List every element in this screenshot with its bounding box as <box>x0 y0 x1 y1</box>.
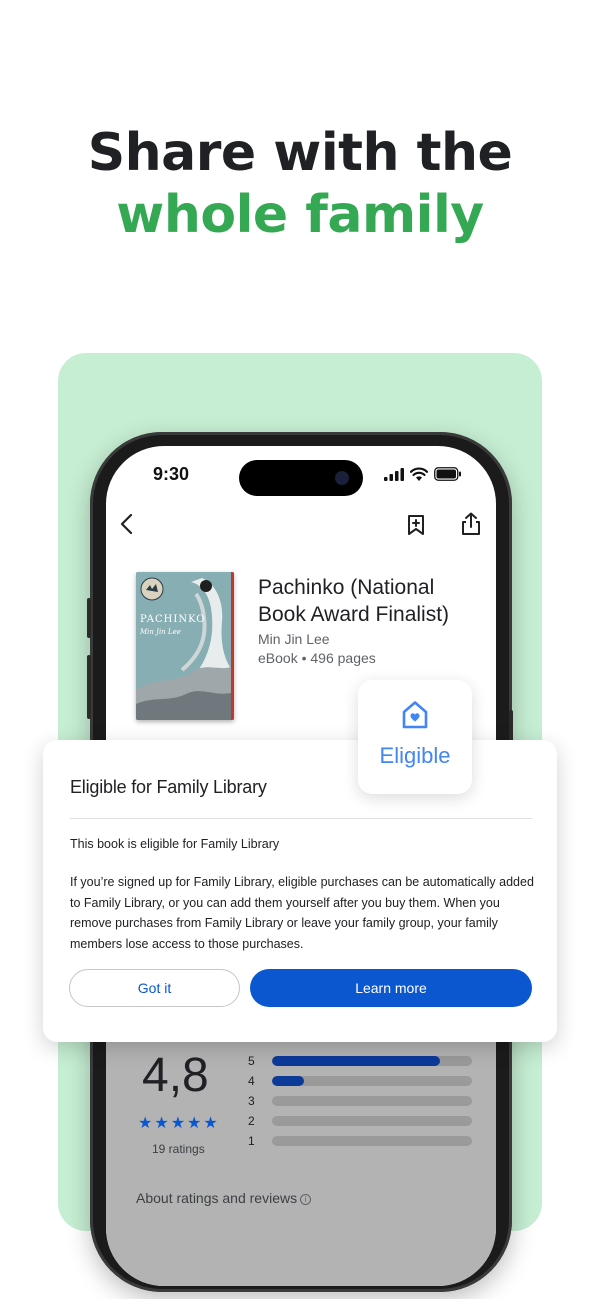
book-title: Pachinko (National Book Award Finalist) <box>258 576 450 626</box>
dialog-subtitle: This book is eligible for Family Library <box>70 837 280 851</box>
star-icon: ★ <box>154 1115 169 1132</box>
phone-side-button <box>87 655 91 719</box>
rating-bar-row: 2 <box>248 1114 472 1128</box>
ratings-section: 4,8 ★ ★ ★ ★ ★ 19 ratings 5 4 3 2 1 About… <box>106 1036 496 1286</box>
rating-bar-row: 5 <box>248 1054 472 1068</box>
rating-bar-label: 5 <box>248 1054 255 1068</box>
rating-bar-track <box>272 1096 472 1106</box>
rating-bar-fill <box>272 1076 304 1086</box>
eligible-badge: Eligible <box>358 680 472 794</box>
battery-icon <box>434 467 461 481</box>
back-arrow-icon[interactable] <box>118 512 136 536</box>
status-time: 9:30 <box>153 464 190 484</box>
star-icon: ★ <box>138 1115 153 1132</box>
star-icon: ★ <box>170 1115 186 1132</box>
info-icon[interactable]: i <box>300 1194 312 1205</box>
about-ratings-link[interactable]: About ratings and reviews i <box>136 1190 312 1206</box>
dialog-title: Eligible for Family Library <box>70 777 267 797</box>
rating-bar-track <box>272 1076 472 1086</box>
rating-bar-track <box>272 1056 472 1066</box>
book-meta: eBook • 496 pages <box>258 650 376 666</box>
eligible-label: Eligible <box>379 743 451 768</box>
about-ratings-label: About ratings and reviews <box>136 1190 298 1206</box>
headline-line-2: whole family <box>116 185 484 245</box>
got-it-button[interactable]: Got it <box>69 969 240 1007</box>
learn-more-button[interactable]: Learn more <box>250 969 532 1007</box>
headline-line-1: Share with the <box>87 123 513 183</box>
rating-bar-label: 1 <box>248 1134 255 1148</box>
bookmark-add-icon[interactable] <box>406 514 426 536</box>
average-rating: 4,8 <box>142 1049 209 1102</box>
headline: Share with the whole family <box>0 122 600 246</box>
book-cover-title: PACHINKO <box>140 614 206 625</box>
share-icon[interactable] <box>460 512 482 536</box>
rating-bar-row: 3 <box>248 1094 472 1108</box>
signal-icon <box>384 467 404 481</box>
family-library-dialog: Eligible for Family Library This book is… <box>43 740 557 1042</box>
book-author[interactable]: Min Jin Lee <box>258 631 330 647</box>
rating-bar-track <box>272 1136 472 1146</box>
wifi-icon <box>410 467 428 481</box>
rating-count: 19 ratings <box>152 1142 205 1156</box>
star-icon: ★ <box>203 1115 218 1132</box>
dynamic-island <box>239 460 363 496</box>
status-icons <box>384 466 462 482</box>
book-cover[interactable]: PACHINKO Min Jin Lee <box>136 572 234 720</box>
book-cover-author: Min Jin Lee <box>140 628 181 636</box>
dialog-divider <box>70 818 532 819</box>
dialog-body: If you’re signed up for Family Library, … <box>70 875 534 951</box>
star-rating: ★ ★ ★ ★ ★ <box>138 1116 218 1132</box>
rating-bar-fill <box>272 1056 440 1066</box>
home-heart-icon <box>402 701 428 729</box>
rating-bar-label: 4 <box>248 1074 255 1088</box>
star-icon: ★ <box>187 1115 202 1132</box>
rating-bar-row: 1 <box>248 1134 472 1148</box>
rating-bar-label: 2 <box>248 1114 255 1128</box>
book-cover-art <box>136 572 234 720</box>
camera-icon <box>335 471 349 485</box>
rating-bar-track <box>272 1116 472 1126</box>
rating-bar-row: 4 <box>248 1074 472 1088</box>
phone-side-button <box>87 598 91 638</box>
rating-bar-label: 3 <box>248 1094 255 1108</box>
